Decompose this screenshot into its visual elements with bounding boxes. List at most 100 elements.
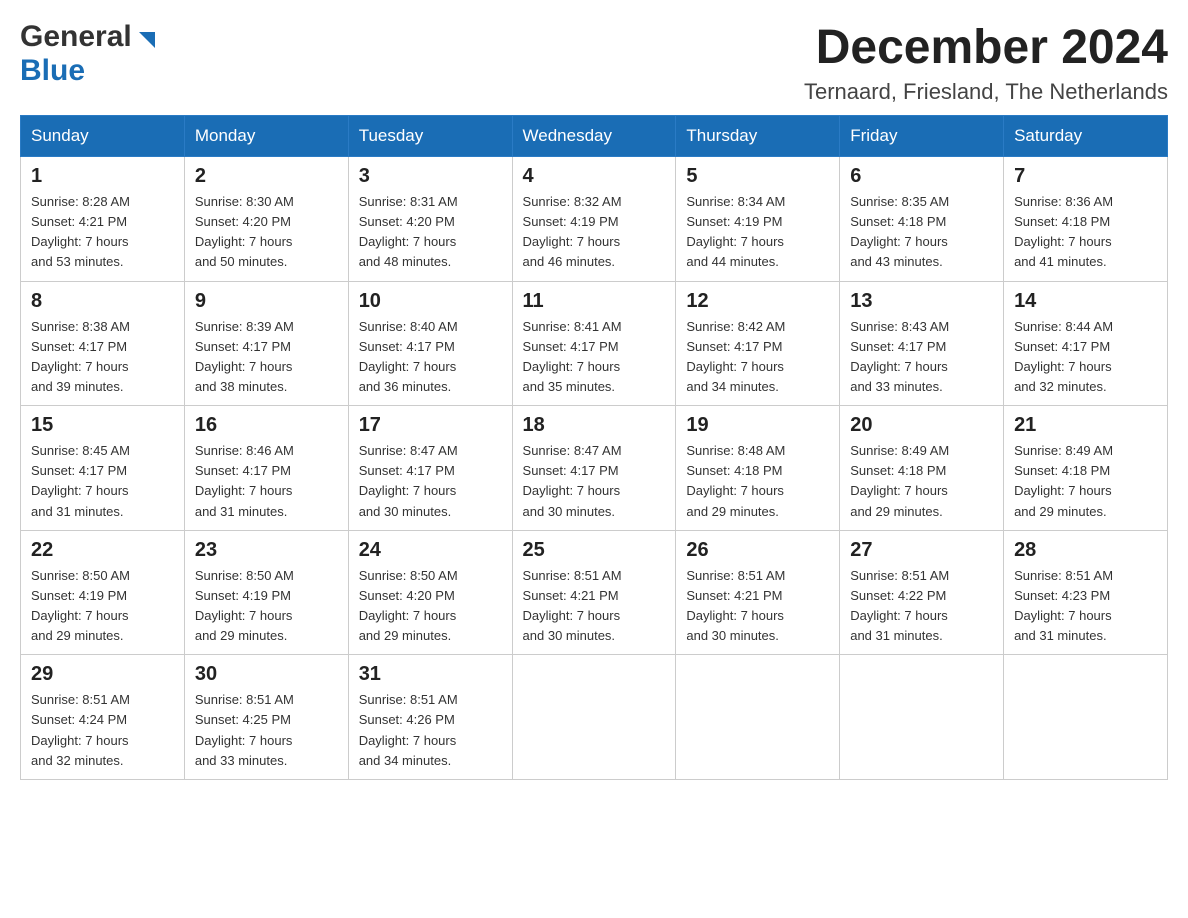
sunset-label: Sunset: 4:21 PM xyxy=(686,588,782,603)
calendar-cell: 15 Sunrise: 8:45 AM Sunset: 4:17 PM Dayl… xyxy=(21,406,185,531)
daylight-label: Daylight: 7 hours xyxy=(31,733,129,748)
daylight-label: Daylight: 7 hours xyxy=(359,608,457,623)
day-number: 27 xyxy=(850,539,993,562)
calendar-header-wednesday: Wednesday xyxy=(512,116,676,157)
sunrise-label: Sunrise: 8:50 AM xyxy=(359,568,458,583)
day-number: 30 xyxy=(195,663,338,686)
day-info: Sunrise: 8:42 AM Sunset: 4:17 PM Dayligh… xyxy=(686,317,829,398)
daylight-label: Daylight: 7 hours xyxy=(850,359,948,374)
calendar-cell: 17 Sunrise: 8:47 AM Sunset: 4:17 PM Dayl… xyxy=(348,406,512,531)
daylight-minutes: and 30 minutes. xyxy=(523,628,616,643)
sunrise-label: Sunrise: 8:41 AM xyxy=(523,319,622,334)
calendar-header-monday: Monday xyxy=(184,116,348,157)
day-number: 14 xyxy=(1014,290,1157,313)
calendar-cell: 2 Sunrise: 8:30 AM Sunset: 4:20 PM Dayli… xyxy=(184,157,348,282)
daylight-label: Daylight: 7 hours xyxy=(359,733,457,748)
calendar-cell: 24 Sunrise: 8:50 AM Sunset: 4:20 PM Dayl… xyxy=(348,530,512,655)
day-number: 10 xyxy=(359,290,502,313)
sunset-label: Sunset: 4:18 PM xyxy=(850,463,946,478)
day-number: 12 xyxy=(686,290,829,313)
day-info: Sunrise: 8:36 AM Sunset: 4:18 PM Dayligh… xyxy=(1014,192,1157,273)
daylight-minutes: and 53 minutes. xyxy=(31,254,124,269)
sunrise-label: Sunrise: 8:35 AM xyxy=(850,194,949,209)
calendar-cell: 19 Sunrise: 8:48 AM Sunset: 4:18 PM Dayl… xyxy=(676,406,840,531)
calendar-cell: 22 Sunrise: 8:50 AM Sunset: 4:19 PM Dayl… xyxy=(21,530,185,655)
daylight-minutes: and 36 minutes. xyxy=(359,379,452,394)
day-info: Sunrise: 8:38 AM Sunset: 4:17 PM Dayligh… xyxy=(31,317,174,398)
logo-triangle-icon xyxy=(135,28,157,50)
calendar-cell: 8 Sunrise: 8:38 AM Sunset: 4:17 PM Dayli… xyxy=(21,281,185,406)
daylight-minutes: and 33 minutes. xyxy=(850,379,943,394)
daylight-label: Daylight: 7 hours xyxy=(31,608,129,623)
sunrise-label: Sunrise: 8:50 AM xyxy=(195,568,294,583)
day-info: Sunrise: 8:51 AM Sunset: 4:22 PM Dayligh… xyxy=(850,566,993,647)
calendar-table: SundayMondayTuesdayWednesdayThursdayFrid… xyxy=(20,115,1168,780)
day-info: Sunrise: 8:28 AM Sunset: 4:21 PM Dayligh… xyxy=(31,192,174,273)
daylight-label: Daylight: 7 hours xyxy=(1014,234,1112,249)
day-number: 11 xyxy=(523,290,666,313)
daylight-minutes: and 29 minutes. xyxy=(1014,504,1107,519)
sunset-label: Sunset: 4:19 PM xyxy=(686,214,782,229)
sunset-label: Sunset: 4:20 PM xyxy=(359,588,455,603)
daylight-minutes: and 29 minutes. xyxy=(850,504,943,519)
sunset-label: Sunset: 4:17 PM xyxy=(1014,339,1110,354)
daylight-label: Daylight: 7 hours xyxy=(1014,359,1112,374)
day-info: Sunrise: 8:43 AM Sunset: 4:17 PM Dayligh… xyxy=(850,317,993,398)
day-number: 29 xyxy=(31,663,174,686)
calendar-cell xyxy=(840,655,1004,780)
day-number: 16 xyxy=(195,414,338,437)
daylight-label: Daylight: 7 hours xyxy=(686,483,784,498)
sunrise-label: Sunrise: 8:51 AM xyxy=(686,568,785,583)
daylight-minutes: and 31 minutes. xyxy=(1014,628,1107,643)
daylight-label: Daylight: 7 hours xyxy=(850,608,948,623)
day-number: 13 xyxy=(850,290,993,313)
sunrise-label: Sunrise: 8:47 AM xyxy=(359,443,458,458)
daylight-label: Daylight: 7 hours xyxy=(195,733,293,748)
sunset-label: Sunset: 4:20 PM xyxy=(195,214,291,229)
calendar-cell: 21 Sunrise: 8:49 AM Sunset: 4:18 PM Dayl… xyxy=(1004,406,1168,531)
sunrise-label: Sunrise: 8:51 AM xyxy=(359,692,458,707)
daylight-minutes: and 31 minutes. xyxy=(31,504,124,519)
daylight-minutes: and 32 minutes. xyxy=(31,753,124,768)
sunrise-label: Sunrise: 8:49 AM xyxy=(1014,443,1113,458)
calendar-header-thursday: Thursday xyxy=(676,116,840,157)
sunrise-label: Sunrise: 8:46 AM xyxy=(195,443,294,458)
daylight-label: Daylight: 7 hours xyxy=(31,234,129,249)
calendar-cell: 25 Sunrise: 8:51 AM Sunset: 4:21 PM Dayl… xyxy=(512,530,676,655)
day-info: Sunrise: 8:50 AM Sunset: 4:19 PM Dayligh… xyxy=(195,566,338,647)
sunrise-label: Sunrise: 8:51 AM xyxy=(850,568,949,583)
day-info: Sunrise: 8:46 AM Sunset: 4:17 PM Dayligh… xyxy=(195,441,338,522)
day-info: Sunrise: 8:49 AM Sunset: 4:18 PM Dayligh… xyxy=(850,441,993,522)
calendar-cell: 14 Sunrise: 8:44 AM Sunset: 4:17 PM Dayl… xyxy=(1004,281,1168,406)
sunset-label: Sunset: 4:19 PM xyxy=(523,214,619,229)
calendar-cell: 29 Sunrise: 8:51 AM Sunset: 4:24 PM Dayl… xyxy=(21,655,185,780)
daylight-minutes: and 34 minutes. xyxy=(359,753,452,768)
daylight-minutes: and 34 minutes. xyxy=(686,379,779,394)
calendar-header-sunday: Sunday xyxy=(21,116,185,157)
calendar-cell: 28 Sunrise: 8:51 AM Sunset: 4:23 PM Dayl… xyxy=(1004,530,1168,655)
day-number: 15 xyxy=(31,414,174,437)
calendar-cell: 1 Sunrise: 8:28 AM Sunset: 4:21 PM Dayli… xyxy=(21,157,185,282)
calendar-header-row: SundayMondayTuesdayWednesdayThursdayFrid… xyxy=(21,116,1168,157)
day-info: Sunrise: 8:51 AM Sunset: 4:26 PM Dayligh… xyxy=(359,690,502,771)
sunset-label: Sunset: 4:22 PM xyxy=(850,588,946,603)
calendar-cell xyxy=(1004,655,1168,780)
day-info: Sunrise: 8:31 AM Sunset: 4:20 PM Dayligh… xyxy=(359,192,502,273)
daylight-label: Daylight: 7 hours xyxy=(31,483,129,498)
sunset-label: Sunset: 4:19 PM xyxy=(31,588,127,603)
daylight-minutes: and 39 minutes. xyxy=(31,379,124,394)
sunset-label: Sunset: 4:18 PM xyxy=(1014,214,1110,229)
day-info: Sunrise: 8:32 AM Sunset: 4:19 PM Dayligh… xyxy=(523,192,666,273)
day-info: Sunrise: 8:47 AM Sunset: 4:17 PM Dayligh… xyxy=(523,441,666,522)
day-number: 6 xyxy=(850,165,993,188)
sunset-label: Sunset: 4:18 PM xyxy=(850,214,946,229)
day-number: 26 xyxy=(686,539,829,562)
calendar-cell: 31 Sunrise: 8:51 AM Sunset: 4:26 PM Dayl… xyxy=(348,655,512,780)
day-info: Sunrise: 8:49 AM Sunset: 4:18 PM Dayligh… xyxy=(1014,441,1157,522)
calendar-cell: 16 Sunrise: 8:46 AM Sunset: 4:17 PM Dayl… xyxy=(184,406,348,531)
daylight-minutes: and 33 minutes. xyxy=(195,753,288,768)
sunrise-label: Sunrise: 8:39 AM xyxy=(195,319,294,334)
daylight-minutes: and 30 minutes. xyxy=(686,628,779,643)
calendar-cell: 11 Sunrise: 8:41 AM Sunset: 4:17 PM Dayl… xyxy=(512,281,676,406)
day-number: 9 xyxy=(195,290,338,313)
